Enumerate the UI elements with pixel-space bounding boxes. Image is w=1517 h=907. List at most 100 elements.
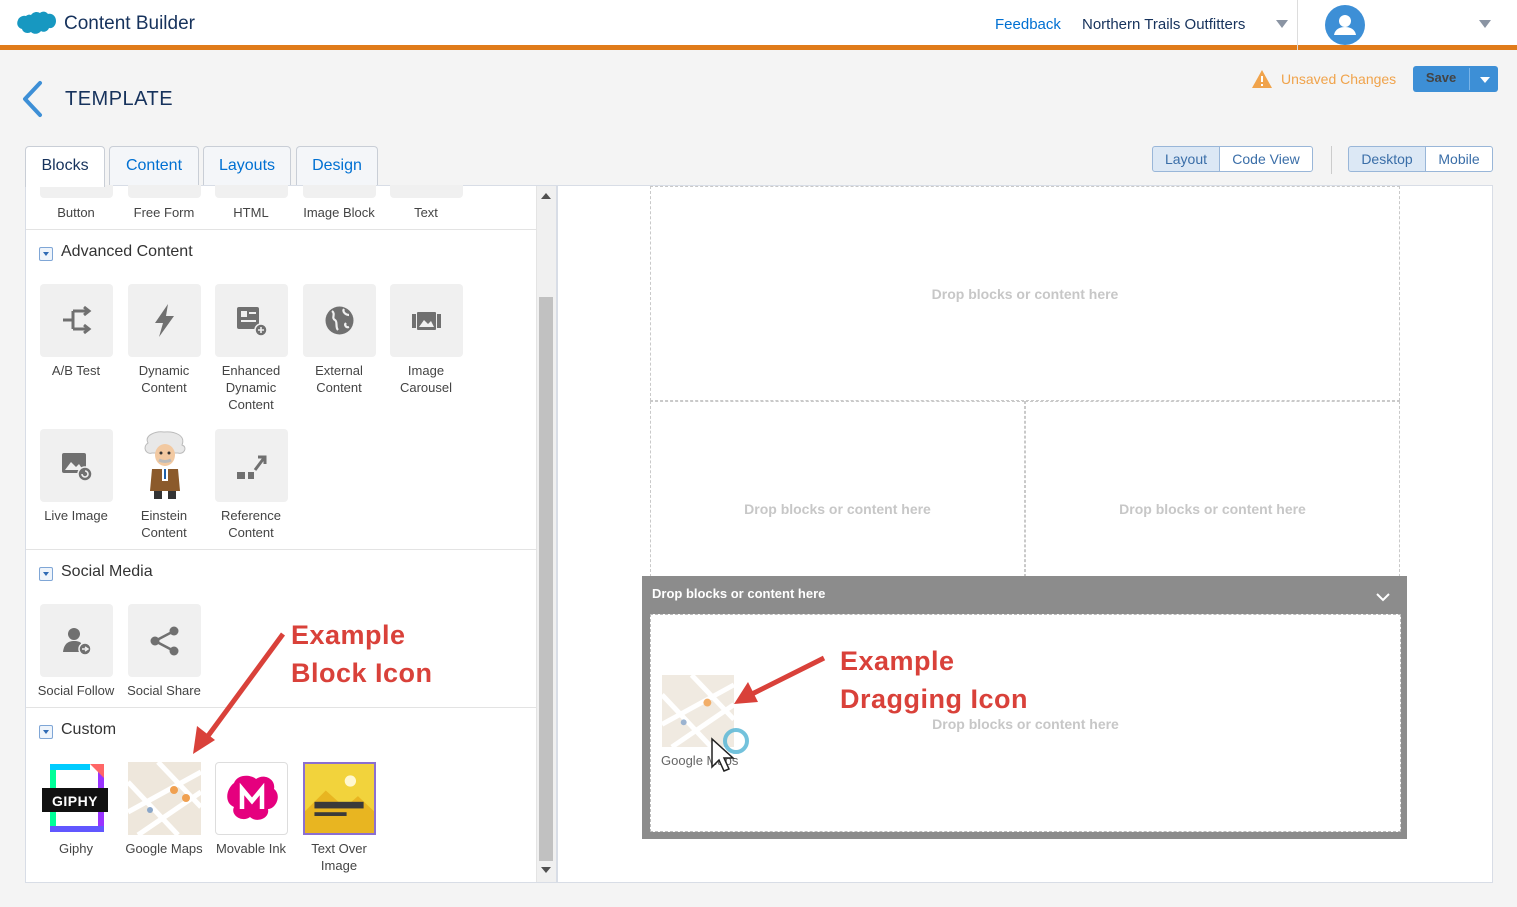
section-title-social: Social Media [61,563,153,580]
section-title-custom: Custom [61,721,117,738]
globe-icon [325,306,354,335]
block-label: Google Maps [125,841,203,856]
movable-ink-tile[interactable] [215,762,288,835]
mobile-view-button[interactable]: Mobile [1425,146,1493,172]
external-content-tile[interactable] [303,284,376,357]
follow-icon [63,628,92,656]
page-title: TEMPLATE [65,88,174,110]
lightning-icon [155,304,174,337]
scroll-up-arrow-icon[interactable] [541,193,551,199]
image-carousel-tile[interactable] [390,284,463,357]
einstein-content-tile[interactable] [128,429,201,502]
drop-zone-text: Drop blocks or content here [744,501,931,517]
scrollbar-thumb[interactable] [539,297,553,861]
save-button-divider [1469,68,1470,90]
map-thumbnail-icon [128,762,201,835]
unsaved-changes-status: Unsaved Changes [1281,71,1397,87]
chevron-down-icon[interactable] [1276,20,1288,28]
block-label: Image Block [303,205,375,220]
avatar[interactable] [1325,5,1365,45]
chevron-down-icon[interactable] [1375,591,1391,603]
save-button[interactable]: Save [1413,66,1498,92]
annotation-dragging-icon-line2: Dragging Icon [840,684,1028,714]
share-icon [150,626,179,656]
social-follow-tile[interactable] [40,604,113,677]
block-label: Text [414,205,438,220]
block-label: Giphy [59,841,93,856]
collapse-toggle-icon[interactable] [39,567,53,581]
drop-zone[interactable] [650,401,1025,577]
split-arrows-icon [63,305,92,335]
annotation-dragging-icon-line1: Example [840,646,955,676]
app-title: Content Builder [64,13,195,34]
tab-layouts[interactable]: Layouts [203,146,291,186]
ab-test-tile[interactable] [40,284,113,357]
header-divider [1297,0,1298,50]
code-view-button[interactable]: Code View [1219,146,1313,172]
salesforce-logo-icon[interactable] [14,11,56,41]
tab-blocks[interactable]: Blocks [25,146,105,187]
text-over-image-icon [305,764,374,833]
drop-zone-text: Drop blocks or content here [932,716,1119,732]
block-label: Free Form [133,205,195,220]
drop-zone[interactable] [1025,401,1400,577]
user-icon [1334,15,1356,35]
annotation-arrow-icon [734,655,826,704]
reference-icon [237,455,267,479]
google-maps-tile[interactable] [128,762,201,835]
block-label: Einstein Content [140,508,188,540]
drop-zone-text: Drop blocks or content here [1119,501,1306,517]
tab-design[interactable]: Design [296,146,378,186]
section-divider [26,229,536,230]
desktop-view-button[interactable]: Desktop [1348,146,1426,172]
annotation-block-icon-line1: Example [291,620,406,650]
tab-content[interactable]: Content [109,146,199,186]
container-title: Drop blocks or content here [652,586,826,601]
freeform-block-tile[interactable] [128,185,201,198]
feedback-link[interactable]: Feedback [995,16,1061,33]
reference-content-tile[interactable] [215,429,288,502]
block-label: A/B Test [51,363,101,378]
block-label: Live Image [44,508,108,523]
block-label: Social Follow [37,683,115,698]
scroll-down-arrow-icon[interactable] [541,867,551,873]
html-block-tile[interactable] [215,185,288,198]
giphy-wordmark: GIPHY [51,793,99,809]
block-label: External Content [315,363,363,395]
einstein-icon [144,431,186,499]
block-label: HTML [233,205,269,220]
section-divider [26,549,536,550]
block-label: Enhanced Dynamic Content [221,363,281,412]
live-image-tile[interactable] [40,429,113,502]
org-switcher[interactable]: Northern Trails Outfitters [1082,16,1245,33]
block-label: Dynamic Content [138,363,190,395]
images-icon [412,312,441,330]
layout-view-button[interactable]: Layout [1152,146,1220,172]
annotation-block-icon-line2: Block Icon [291,658,433,688]
movable-ink-logo-icon [227,775,278,820]
collapse-toggle-icon[interactable] [39,725,53,739]
enhanced-dynamic-content-tile[interactable] [215,284,288,357]
drag-cursor-icon [711,728,749,772]
text-block-tile[interactable] [390,185,463,198]
block-label: Button [57,205,95,220]
image-block-tile[interactable] [303,185,376,198]
back-arrow-icon[interactable] [18,80,46,118]
block-label: Text Over Image [311,841,367,873]
save-options-chevron-icon[interactable] [1480,77,1490,83]
block-label: Movable Ink [215,841,287,856]
collapse-toggle-icon[interactable] [39,247,53,261]
giphy-tile[interactable]: GIPHY [40,762,113,835]
save-button-label[interactable]: Save [1413,66,1469,92]
section-title-advanced: Advanced Content [61,243,193,260]
annotation-arrow-icon [193,632,286,754]
top-header: Content Builder Feedback Northern Trails… [0,0,1517,50]
news-plus-icon [237,307,268,337]
warning-icon [1252,70,1272,88]
user-menu-chevron-icon[interactable] [1479,20,1491,28]
drop-zone-text: Drop blocks or content here [931,286,1119,302]
toolbar-divider [1331,146,1332,174]
text-over-image-tile[interactable] [303,762,376,835]
refresh-image-icon [62,453,93,482]
dynamic-content-tile[interactable] [128,284,201,357]
